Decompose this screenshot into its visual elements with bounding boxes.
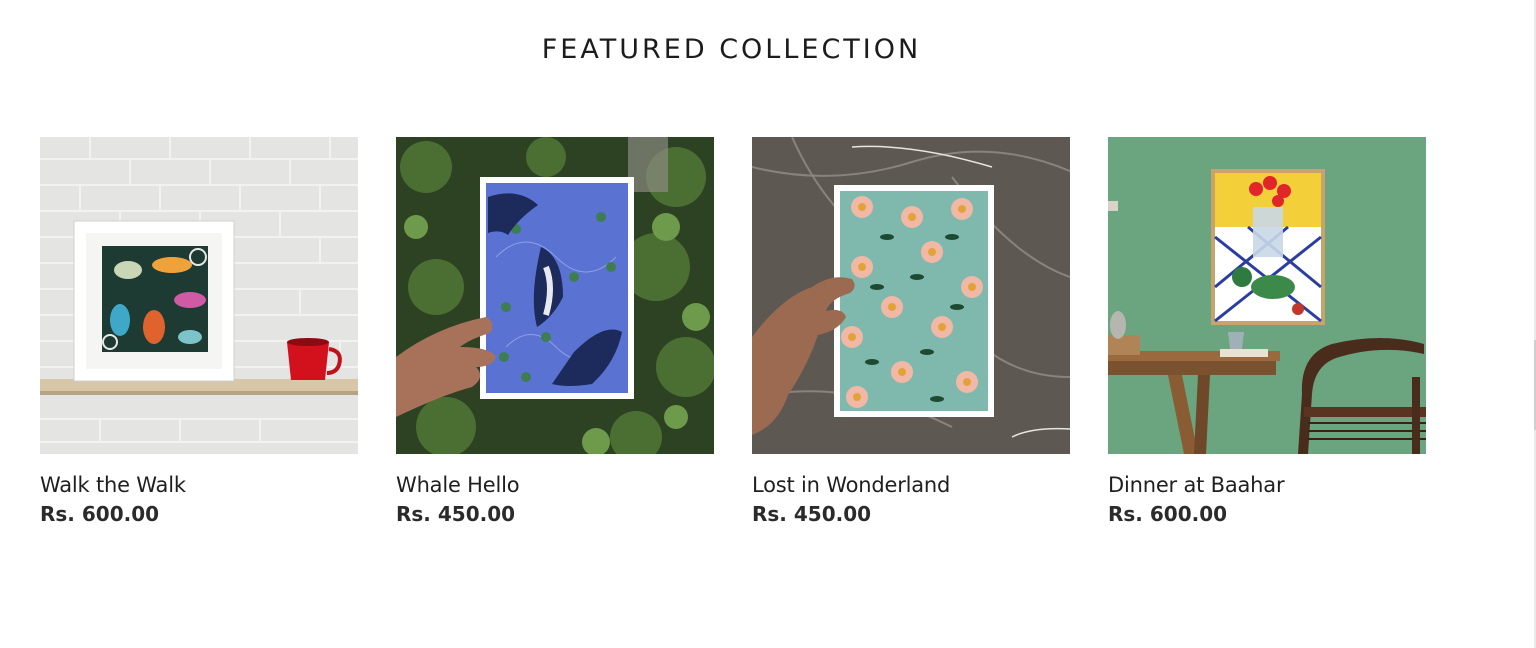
section-title: FEATURED COLLECTION xyxy=(541,34,922,65)
product-image[interactable] xyxy=(1108,137,1426,454)
product-card[interactable]: Lost in Wonderland Rs. 450.00 xyxy=(752,137,1070,526)
product-title[interactable]: Dinner at Baahar xyxy=(1108,473,1426,497)
framed-art-in-dining-room-image xyxy=(1108,137,1426,454)
product-card[interactable]: Whale Hello Rs. 450.00 xyxy=(396,137,714,526)
product-price: Rs. 450.00 xyxy=(396,502,516,526)
product-card[interactable]: Dinner at Baahar Rs. 600.00 xyxy=(1108,137,1426,526)
product-price: Rs. 600.00 xyxy=(40,502,160,526)
product-title[interactable]: Lost in Wonderland xyxy=(752,473,1070,497)
floral-card-in-hand-image xyxy=(752,137,1070,454)
product-grid: Walk the Walk Rs. 600.00 Whale Hello Rs.… xyxy=(40,137,1426,526)
product-image[interactable] xyxy=(40,137,358,454)
product-image[interactable] xyxy=(396,137,714,454)
product-image[interactable] xyxy=(752,137,1070,454)
product-card[interactable]: Walk the Walk Rs. 600.00 xyxy=(40,137,358,526)
product-price: Rs. 450.00 xyxy=(752,502,872,526)
whale-card-in-hand-image xyxy=(396,137,714,454)
product-title[interactable]: Walk the Walk xyxy=(40,473,358,497)
product-title[interactable]: Whale Hello xyxy=(396,473,714,497)
framed-art-on-shelf-image xyxy=(40,137,358,454)
product-price: Rs. 600.00 xyxy=(1108,502,1228,526)
